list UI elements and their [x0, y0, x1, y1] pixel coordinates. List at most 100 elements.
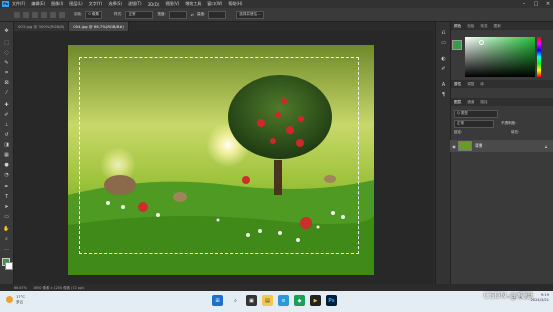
tab-libraries[interactable]: 库 [477, 82, 487, 87]
color-panel-tabs: 颜色 色板 渐变 图案 [451, 22, 553, 30]
select-and-mask-button[interactable]: 选择并遮住... [236, 10, 264, 19]
history-brush-icon[interactable]: ↺ [3, 132, 10, 138]
task-view-icon[interactable]: ▣ [246, 295, 257, 306]
home-icon[interactable] [14, 11, 20, 18]
lock-icon: 🔒︎ [545, 143, 548, 149]
blur-tool-icon[interactable]: ● [3, 162, 10, 168]
quick-select-icon[interactable]: ✎ [3, 60, 10, 66]
subtract-selection-icon[interactable] [50, 11, 56, 18]
hue-slider[interactable] [537, 37, 541, 77]
style-select[interactable]: 正常 [125, 10, 154, 19]
tab-patterns[interactable]: 图案 [491, 24, 504, 29]
brush-tool-icon[interactable]: ✐ [3, 112, 10, 118]
adjustment-icon[interactable]: ◐ [440, 56, 447, 62]
tab-gradients[interactable]: 渐变 [477, 24, 490, 29]
layer-row[interactable]: ◉ 背景 🔒︎ [450, 140, 553, 152]
menu-select[interactable]: 选择(S) [108, 1, 122, 7]
background-color-swatch[interactable] [5, 262, 13, 270]
comment-icon[interactable]: ▭ [440, 40, 447, 46]
search-icon[interactable]: ⌕ [230, 295, 241, 306]
crop-tool-icon[interactable]: ⌗ [3, 70, 10, 76]
feather-label: 羽化: [74, 12, 83, 16]
windows-taskbar [0, 291, 553, 312]
weather-widget[interactable]: 17°C 多云 [6, 295, 25, 304]
menu-3d[interactable]: 3D(D) [148, 2, 160, 7]
brush-settings-icon[interactable]: ✐ [440, 66, 447, 72]
menu-edit[interactable]: 编辑(E) [31, 1, 45, 7]
paragraph-icon[interactable]: ¶ [440, 92, 447, 98]
minimize-icon[interactable]: – [521, 1, 527, 7]
tab-color[interactable]: 颜色 [451, 24, 464, 29]
clock[interactable]: 9:19 2024/3/21 [531, 293, 549, 303]
type-tool-icon[interactable]: T [3, 194, 10, 200]
height-input[interactable] [208, 10, 227, 19]
file-explorer-icon[interactable]: ▤ [262, 295, 273, 306]
dodge-tool-icon[interactable]: ◔ [3, 172, 10, 178]
color-picker-cursor[interactable] [479, 40, 484, 45]
eye-icon[interactable]: ◉ [450, 144, 458, 149]
menu-image[interactable]: 图像(I) [51, 1, 63, 7]
hand-tool-icon[interactable]: ✋ [3, 226, 10, 232]
menu-layer[interactable]: 图层(L) [69, 1, 82, 7]
intersect-selection-icon[interactable] [59, 11, 65, 18]
swap-icon[interactable]: ⇄ [191, 13, 194, 17]
media-app-icon[interactable]: ▶ [310, 295, 321, 306]
eraser-tool-icon[interactable]: ◨ [3, 142, 10, 148]
marquee-tool-icon[interactable]: ⬚ [3, 40, 10, 46]
tab-003[interactable]: 003.jpg @ 300%(RGB/8) [14, 22, 70, 31]
more-tools-icon[interactable]: … [3, 246, 10, 252]
history-icon[interactable]: ⎌ [440, 30, 447, 36]
clone-stamp-icon[interactable]: ⊥ [3, 122, 10, 128]
start-icon[interactable]: ⊞ [212, 295, 223, 306]
menu-filter[interactable]: 滤镜(T) [128, 1, 142, 7]
menu-window[interactable]: 窗口(W) [207, 1, 222, 7]
menu-view[interactable]: 视图(V) [165, 1, 179, 7]
feather-input[interactable]: 0 像素 [85, 10, 103, 19]
tab-channels[interactable]: 通道 [464, 100, 477, 105]
tab-layers[interactable]: 图层 [451, 100, 464, 105]
app-icon[interactable]: ◆ [294, 295, 305, 306]
zoom-tool-icon[interactable]: ⌕ [3, 236, 10, 242]
style-label: 样式: [114, 12, 123, 16]
photoshop-taskbar-icon[interactable]: Ps [326, 295, 337, 306]
edge-browser-icon[interactable]: e [278, 295, 289, 306]
tab-adjustments[interactable]: 调整 [464, 82, 477, 87]
tab-swatches[interactable]: 色板 [464, 24, 477, 29]
path-select-icon[interactable]: ➤ [3, 204, 10, 210]
marquee-tool-icon[interactable] [23, 11, 29, 18]
marquee-selection[interactable] [79, 57, 359, 254]
gradient-tool-icon[interactable]: ▦ [3, 152, 10, 158]
eyedropper-icon[interactable]: ⁄ [3, 90, 10, 96]
tab-004[interactable]: 004.jpg @ 66.7%(RGB/8#) [69, 22, 129, 31]
move-tool-icon[interactable]: ✥ [3, 28, 10, 34]
healing-brush-icon[interactable]: ✚ [3, 102, 10, 108]
tab-paths[interactable]: 路径 [477, 100, 490, 105]
zoom-level[interactable]: 66.67% [14, 286, 27, 290]
document-tabs: 003.jpg @ 300%(RGB/8) 004.jpg @ 66.7%(RG… [14, 22, 433, 31]
pen-tool-icon[interactable]: ✒ [3, 184, 10, 190]
new-selection-icon[interactable] [32, 11, 38, 18]
character-icon[interactable]: A [440, 82, 447, 88]
tab-properties[interactable]: 属性 [451, 82, 464, 87]
foreground-color-swatch[interactable] [452, 40, 462, 50]
weather-icon [6, 296, 13, 303]
menu-help[interactable]: 帮助(H) [228, 1, 242, 7]
document-info: 1600 像素 x 1200 像素 (72 ppi) [32, 286, 85, 290]
menu-plugins[interactable]: 增效工具 [185, 1, 201, 7]
photoshop-logo[interactable]: Ps [2, 1, 9, 7]
close-icon[interactable]: × [545, 1, 551, 7]
blend-mode-select[interactable]: 正常 [454, 120, 494, 128]
color-picker-field[interactable] [465, 37, 535, 77]
maximize-icon[interactable]: □ [533, 1, 539, 7]
lasso-tool-icon[interactable]: ◌ [3, 50, 10, 56]
menu-type[interactable]: 文字(Y) [89, 1, 103, 7]
add-selection-icon[interactable] [41, 11, 47, 18]
layer-name: 背景 [475, 143, 483, 148]
lock-label: 锁定: [454, 130, 463, 134]
layer-filter-select[interactable]: Q 类型 [454, 110, 498, 118]
width-label: 宽度: [157, 12, 166, 16]
menu-file[interactable]: 文件(F) [12, 1, 25, 7]
width-input[interactable] [168, 10, 187, 19]
frame-tool-icon[interactable]: ⊠ [3, 80, 10, 86]
rectangle-tool-icon[interactable]: ▭ [3, 214, 10, 220]
